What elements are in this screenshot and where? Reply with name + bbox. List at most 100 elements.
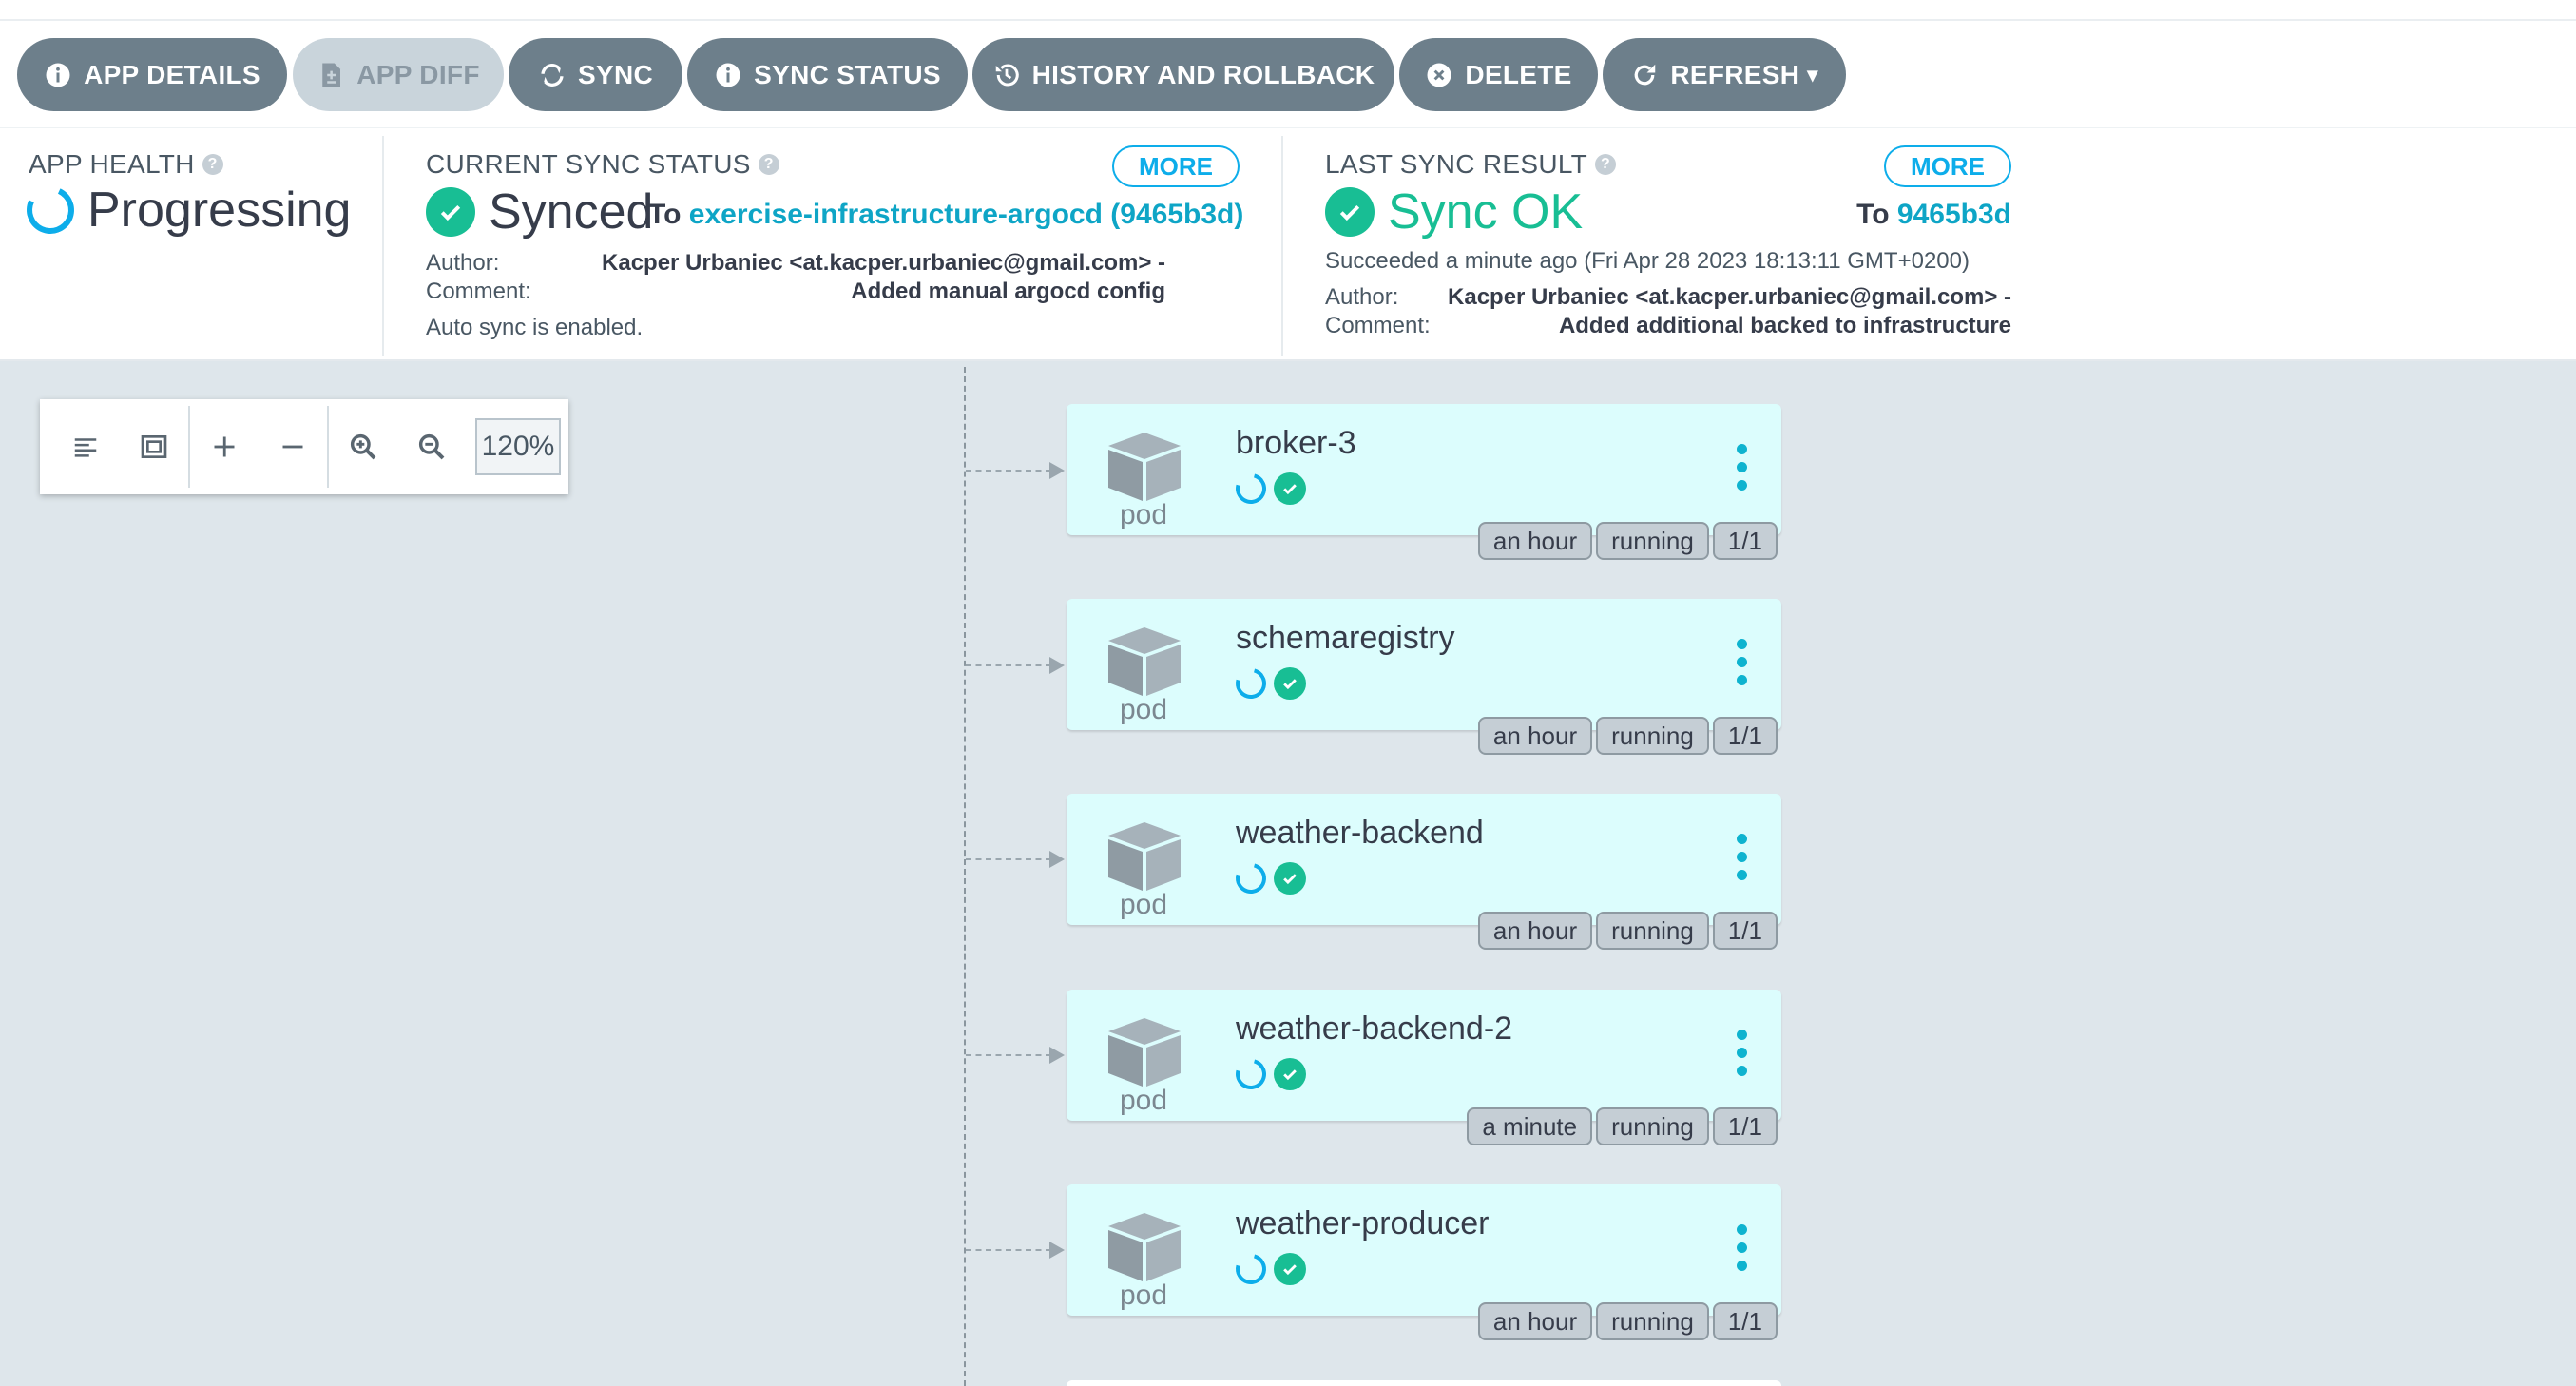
- author-label: Author:: [426, 250, 500, 276]
- resource-node-partial[interactable]: [1067, 1380, 1781, 1386]
- check-circle-icon: [1274, 1253, 1306, 1285]
- resource-tags: an hour running 1/1: [1477, 717, 1778, 755]
- resource-tags: an hour running 1/1: [1477, 1302, 1778, 1340]
- state-tag: running: [1596, 912, 1709, 950]
- help-icon[interactable]: ?: [758, 154, 779, 175]
- edge-arrow: [1049, 657, 1065, 674]
- state-tag: running: [1596, 1107, 1709, 1145]
- current-sync-label: CURRENT SYNC STATUS: [426, 149, 751, 179]
- ready-tag: 1/1: [1712, 912, 1778, 950]
- current-sync-value: Synced: [489, 184, 654, 240]
- zoom-out-button[interactable]: [397, 399, 466, 494]
- app-toolbar: APP DETAILS APP DIFF SYNC SYNC STATUS HI…: [0, 21, 2576, 127]
- delete-button[interactable]: DELETE: [1399, 38, 1598, 111]
- state-tag: running: [1596, 522, 1709, 560]
- refresh-label: REFRESH: [1670, 59, 1800, 89]
- history-rollback-label: HISTORY AND ROLLBACK: [1031, 59, 1375, 89]
- resource-name: weather-producer: [1236, 1205, 1490, 1242]
- resource-tags: an hour running 1/1: [1477, 912, 1778, 950]
- age-tag: a minute: [1467, 1107, 1593, 1145]
- resource-node[interactable]: pod weather-backend an hour running 1/1: [1067, 794, 1781, 950]
- more-vert-icon[interactable]: [1737, 444, 1748, 491]
- sync-button[interactable]: SYNC: [509, 38, 682, 111]
- help-icon[interactable]: ?: [1595, 154, 1617, 175]
- expand-button[interactable]: [190, 399, 259, 494]
- last-sync-value: Sync OK: [1388, 184, 1584, 240]
- edge-arrow: [1049, 462, 1065, 479]
- current-sync-heading: CURRENT SYNC STATUS ?: [426, 149, 779, 180]
- ready-tag: 1/1: [1712, 717, 1778, 755]
- history-icon: [995, 64, 1019, 87]
- info-icon: [46, 63, 70, 87]
- history-rollback-button[interactable]: HISTORY AND ROLLBACK: [972, 38, 1394, 111]
- app-details-button[interactable]: APP DETAILS: [17, 38, 287, 111]
- revision-link[interactable]: exercise-infrastructure-argocd (9465b3d): [689, 199, 1244, 230]
- more-vert-icon[interactable]: [1737, 834, 1748, 881]
- app-diff-button[interactable]: APP DIFF: [293, 38, 504, 111]
- align-left-icon: [74, 438, 97, 457]
- resource-status-icons: [1230, 857, 1306, 899]
- more-vert-icon[interactable]: [1737, 639, 1748, 686]
- more-vert-icon[interactable]: [1737, 1030, 1748, 1077]
- author-value: Kacper Urbaniec <at.kacper.urbaniec@gmai…: [602, 250, 1165, 276]
- zoom-in-button[interactable]: [329, 399, 397, 494]
- fit-view-button[interactable]: [120, 399, 188, 494]
- resource-status-icons: [1230, 468, 1306, 510]
- edge-line: [966, 664, 1051, 666]
- status-panel: APP HEALTH ? Progressing CURRENT SYNC ST…: [0, 127, 2576, 361]
- chevron-down-icon[interactable]: ▾: [1807, 63, 1817, 87]
- resource-name: schemaregistry: [1236, 620, 1455, 656]
- divider: [382, 136, 384, 356]
- resource-node[interactable]: pod weather-producer an hour running 1/1: [1067, 1184, 1781, 1340]
- age-tag: an hour: [1477, 717, 1593, 755]
- sync-status-label: SYNC STATUS: [754, 59, 941, 89]
- resource-tags: a minute running 1/1: [1467, 1107, 1778, 1145]
- author-label: Author:: [1325, 284, 1399, 310]
- resource-status-icons: [1230, 663, 1306, 704]
- pod-cube-icon: [1108, 822, 1181, 891]
- progressing-icon: [1230, 857, 1272, 899]
- zoom-in-icon: [350, 433, 376, 460]
- help-icon[interactable]: ?: [202, 154, 223, 175]
- sync-label: SYNC: [578, 59, 653, 89]
- resource-kind: pod: [1120, 694, 1168, 725]
- edge-line: [966, 858, 1051, 860]
- pod-cube-icon: [1108, 1213, 1181, 1281]
- collapse-button[interactable]: [259, 399, 327, 494]
- resource-name: weather-backend-2: [1236, 1011, 1513, 1047]
- more-vert-icon[interactable]: [1737, 1224, 1748, 1272]
- minus-icon: [282, 445, 303, 449]
- last-sync-status: Sync OK: [1325, 183, 1583, 241]
- resource-kind: pod: [1120, 499, 1168, 530]
- progressing-icon: [1230, 1053, 1272, 1095]
- sync-status-button[interactable]: SYNC STATUS: [687, 38, 968, 111]
- last-sync-more-button[interactable]: MORE: [1884, 145, 2011, 187]
- app-details-label: APP DETAILS: [84, 59, 260, 89]
- check-circle-icon: [1274, 667, 1306, 700]
- resource-node[interactable]: pod broker-3 an hour running 1/1: [1067, 404, 1781, 560]
- author-value: Kacper Urbaniec <at.kacper.urbaniec@gmai…: [1448, 284, 2011, 310]
- resource-name: weather-backend: [1236, 815, 1484, 851]
- current-sync-more-button[interactable]: MORE: [1112, 145, 1240, 187]
- check-circle-icon: [426, 187, 475, 237]
- resource-kind: pod: [1120, 1280, 1168, 1311]
- state-tag: running: [1596, 717, 1709, 755]
- edge-arrow: [1049, 851, 1065, 868]
- resource-tags: an hour running 1/1: [1477, 522, 1778, 560]
- app-diff-label: APP DIFF: [356, 59, 480, 89]
- check-circle-icon: [1274, 1058, 1306, 1090]
- revision-link[interactable]: 9465b3d: [1897, 199, 2011, 230]
- comment-value: Added manual argocd config: [851, 279, 1165, 304]
- resource-node[interactable]: pod weather-backend-2 a minute running 1…: [1067, 990, 1781, 1145]
- list-view-button[interactable]: [51, 399, 120, 494]
- app-health-heading: APP HEALTH ?: [29, 149, 223, 180]
- resource-status-icons: [1230, 1053, 1306, 1095]
- resource-node[interactable]: pod schemaregistry an hour running 1/1: [1067, 599, 1781, 755]
- delete-label: DELETE: [1465, 59, 1572, 89]
- edge-arrow: [1049, 1242, 1065, 1259]
- edge-arrow: [1049, 1047, 1065, 1064]
- refresh-button[interactable]: REFRESH ▾: [1603, 38, 1846, 111]
- divider: [1281, 136, 1283, 356]
- ready-tag: 1/1: [1712, 522, 1778, 560]
- auto-sync-text: Auto sync is enabled.: [426, 315, 644, 340]
